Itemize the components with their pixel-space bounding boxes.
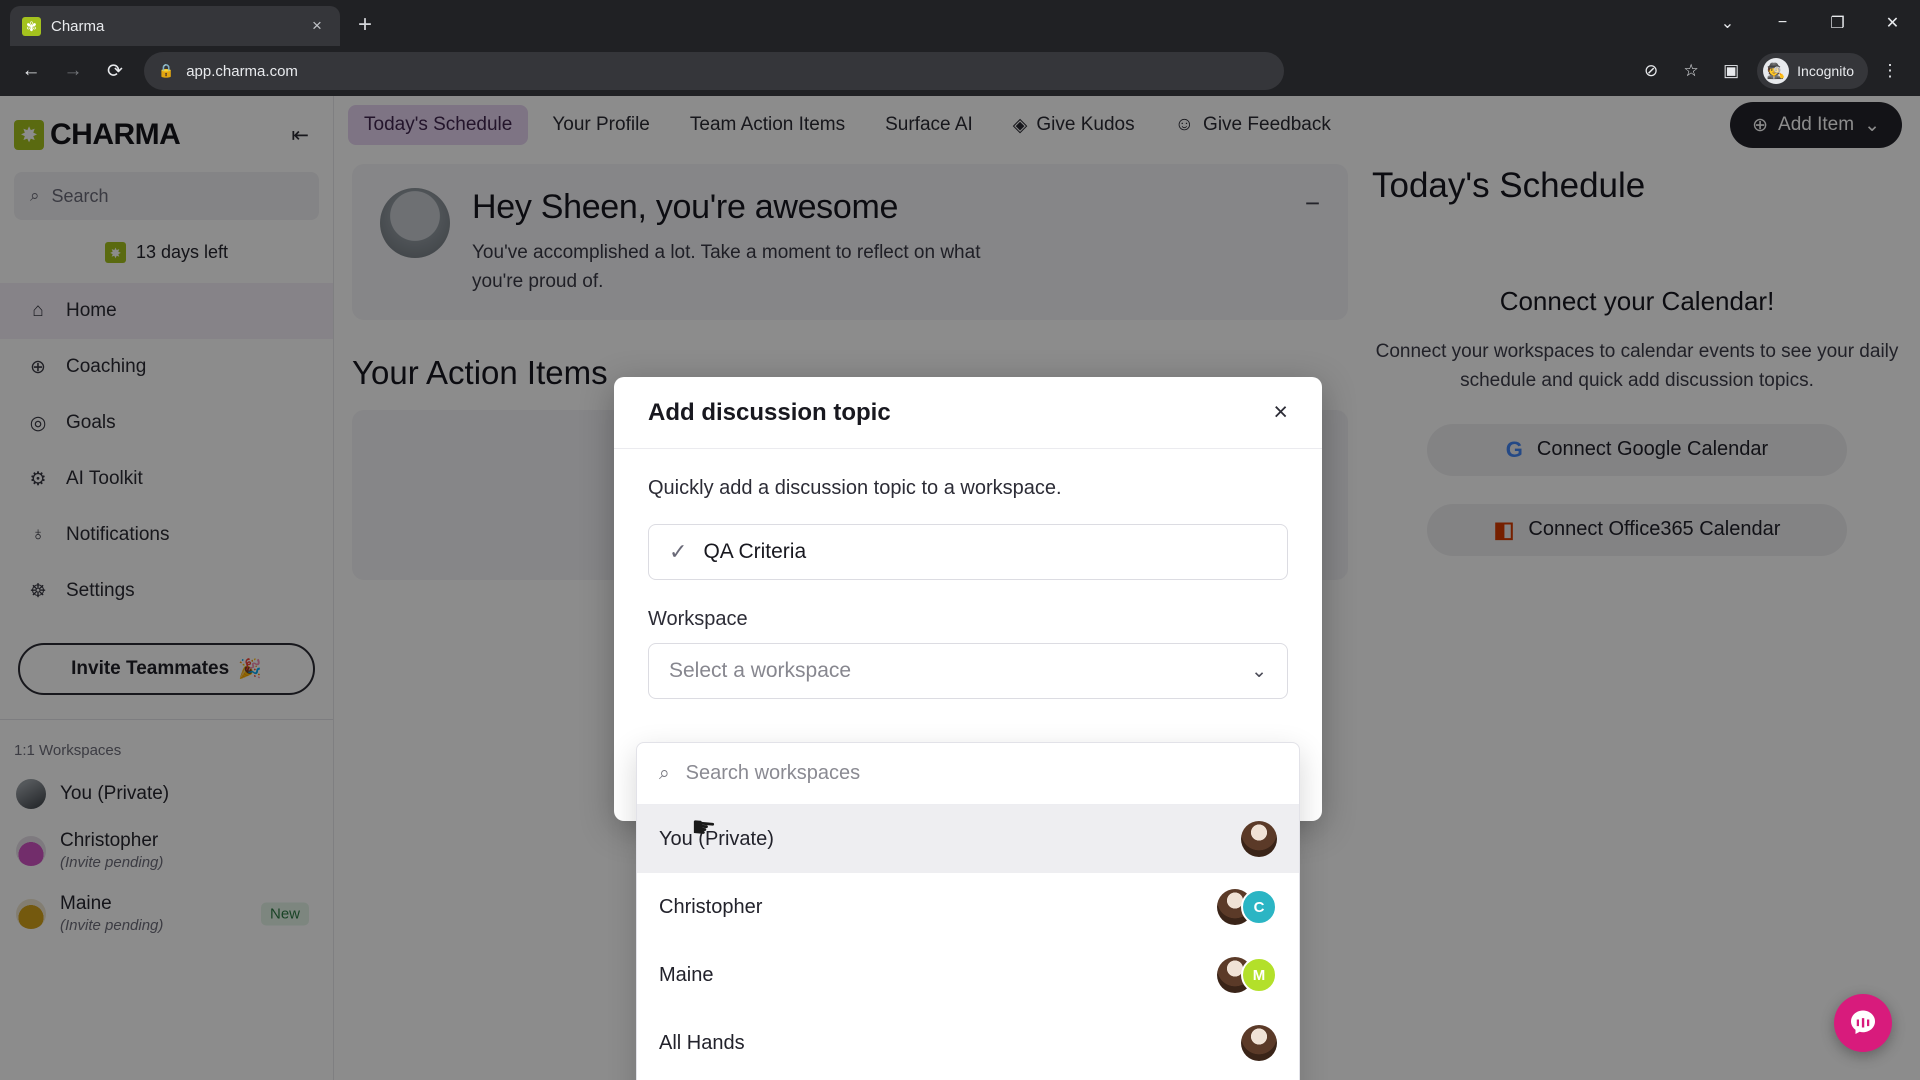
topic-value: QA Criteria — [703, 540, 807, 563]
chat-icon — [1851, 1010, 1875, 1034]
dropdown-option-maine[interactable]: Maine M — [637, 941, 1299, 1009]
workspace-select[interactable]: Select a workspace ⌄ — [648, 643, 1288, 699]
toolbar-right: ⊘ ☆ ▣ 🕵 Incognito ⋮ — [1633, 53, 1908, 89]
avatar-initial: M — [1241, 957, 1277, 993]
back-icon[interactable]: ← — [12, 52, 50, 90]
check-circle-icon: ✓ — [669, 539, 688, 564]
workspace-dropdown: ⌕ Search workspaces You (Private) ☛ Chri… — [636, 742, 1300, 1080]
dropdown-option-you-private[interactable]: You (Private) ☛ — [637, 805, 1299, 873]
dropdown-option-all-hands[interactable]: All Hands — [637, 1009, 1299, 1077]
avatar-group — [1241, 1025, 1277, 1061]
browser-toolbar: ← → ⟳ 🔒 app.charma.com ⊘ ☆ ▣ 🕵 Incognito… — [0, 46, 1920, 96]
tab-strip: ✾ Charma × + ⌄ − ❐ ✕ — [0, 0, 1920, 46]
avatar-group: M — [1217, 957, 1277, 993]
browser-tab[interactable]: ✾ Charma × — [10, 6, 340, 46]
avatar — [1241, 1025, 1277, 1061]
avatar-group: C — [1217, 889, 1277, 925]
option-label: All Hands — [659, 1031, 745, 1054]
option-label: You (Private) — [659, 827, 774, 850]
side-panel-icon[interactable]: ▣ — [1713, 53, 1749, 89]
reload-icon[interactable]: ⟳ — [96, 52, 134, 90]
incognito-label: Incognito — [1797, 63, 1854, 79]
incognito-icon: 🕵 — [1763, 58, 1790, 84]
window-controls: ⌄ − ❐ ✕ — [1700, 0, 1920, 46]
dialog-header: Add discussion topic × — [614, 377, 1322, 449]
workspace-field-label: Workspace — [648, 608, 748, 630]
star-icon[interactable]: ☆ — [1673, 53, 1709, 89]
workspace-search-placeholder: Search workspaces — [685, 762, 861, 784]
eye-off-icon[interactable]: ⊘ — [1633, 53, 1669, 89]
chevron-down-icon: ⌄ — [1251, 660, 1267, 682]
incognito-indicator[interactable]: 🕵 Incognito — [1757, 53, 1868, 89]
tab-title: Charma — [51, 17, 105, 35]
address-bar[interactable]: 🔒 app.charma.com — [144, 52, 1284, 90]
close-window-button[interactable]: ✕ — [1865, 0, 1920, 46]
avatar — [1241, 821, 1277, 857]
avatar-group — [1241, 821, 1277, 857]
chevron-down-icon[interactable]: ⌄ — [1700, 0, 1755, 46]
avatar-initial: C — [1241, 889, 1277, 925]
maximize-button[interactable]: ❐ — [1810, 0, 1865, 46]
option-label: Maine — [659, 963, 714, 986]
forward-icon[interactable]: → — [54, 52, 92, 90]
dialog-description: Quickly add a discussion topic to a work… — [648, 477, 1062, 499]
search-icon: ⌕ — [659, 762, 670, 784]
minimize-button[interactable]: − — [1755, 0, 1810, 46]
topic-input[interactable]: ✓ QA Criteria — [648, 524, 1288, 580]
intercom-chat-button[interactable] — [1834, 994, 1892, 1052]
browser-menu-icon[interactable]: ⋮ — [1872, 53, 1908, 89]
app-root: ✸ CHARMA ⇤ ⌕ Search ✸ 13 days left ⌂ Hom… — [0, 96, 1920, 1080]
url-text: app.charma.com — [186, 62, 298, 80]
option-label: Christopher — [659, 895, 763, 918]
dropdown-option-christopher[interactable]: Christopher C — [637, 873, 1299, 941]
browser-chrome: ✾ Charma × + ⌄ − ❐ ✕ ← → ⟳ 🔒 app.charma.… — [0, 0, 1920, 96]
new-tab-button[interactable]: + — [358, 11, 372, 39]
workspace-select-placeholder: Select a workspace — [669, 659, 852, 682]
close-icon[interactable]: × — [306, 16, 328, 36]
charma-logo-icon: ✾ — [22, 16, 41, 36]
dialog-title: Add discussion topic — [648, 398, 891, 426]
workspace-search-input[interactable]: ⌕ Search workspaces — [637, 743, 1299, 805]
lock-icon: 🔒 — [158, 63, 175, 78]
close-icon[interactable]: × — [1273, 398, 1288, 427]
